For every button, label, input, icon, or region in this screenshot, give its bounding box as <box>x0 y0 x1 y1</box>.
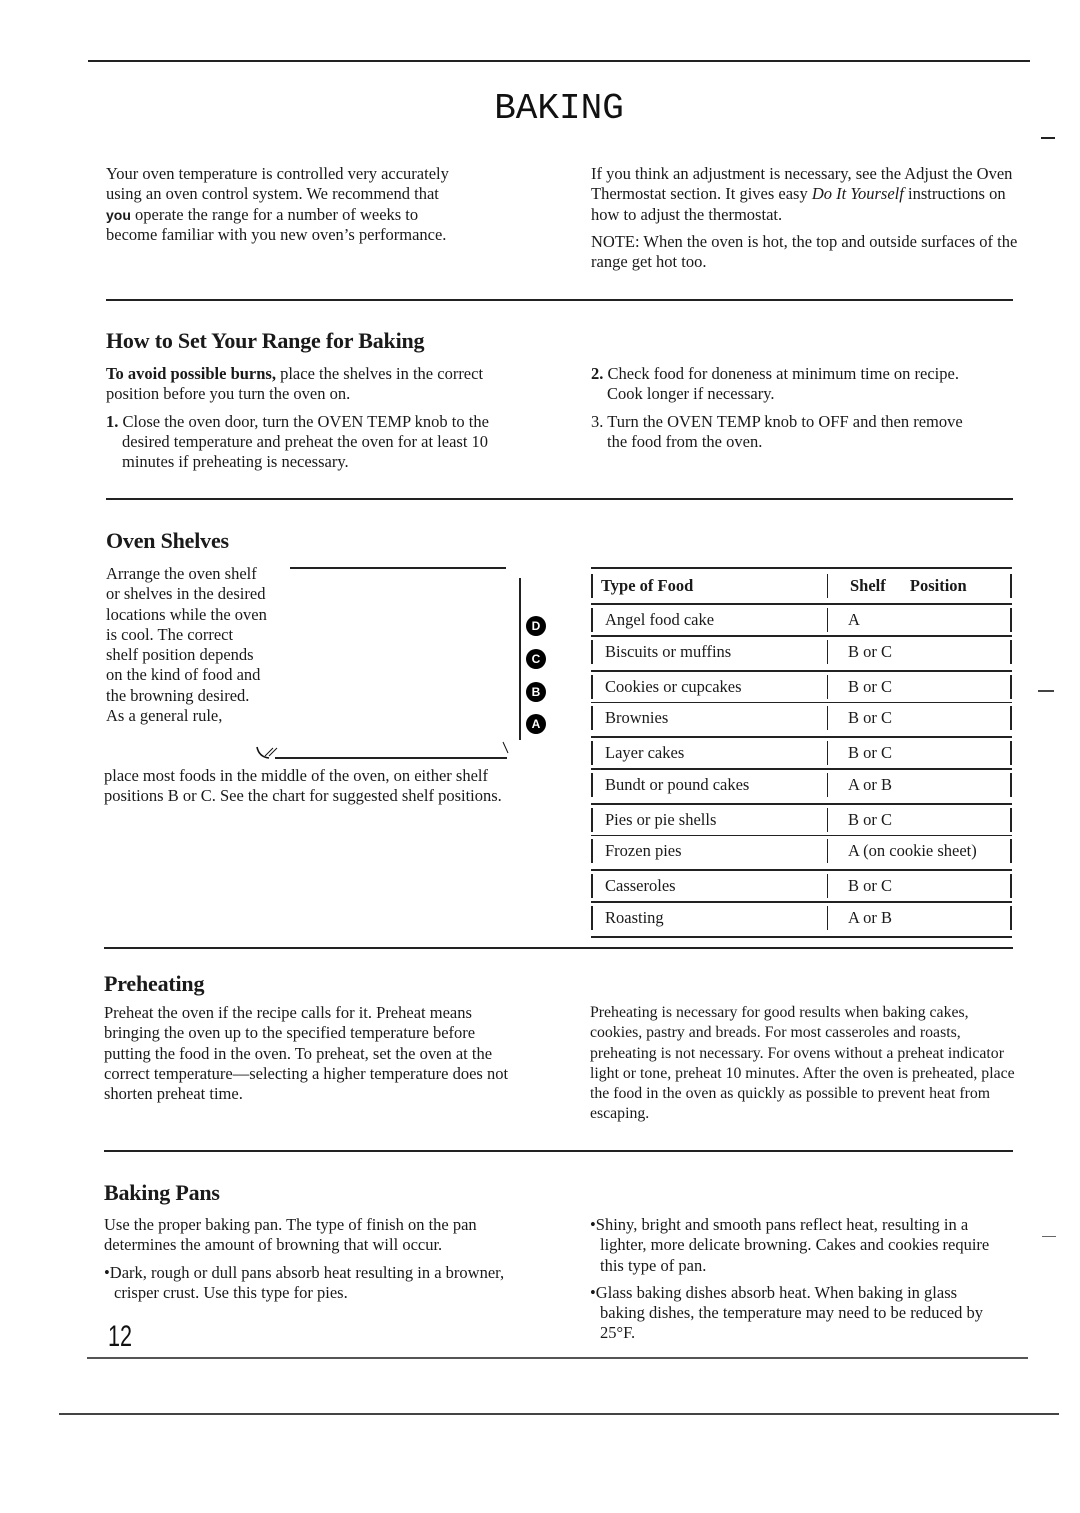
oven-shelves-text-wide: place most foods in the middle of the ov… <box>104 766 502 806</box>
table-body: Angel food cake A Biscuits or muffins B or … <box>591 605 1012 938</box>
food-type-cell: Layer cakes <box>591 741 827 765</box>
how-to-set-right: 2. Check food for doneness at minimum ti… <box>591 364 981 452</box>
bullet-text: Shiny, bright and smooth pans reflect he… <box>595 1215 990 1275</box>
intro-line: become familiar with you new oven’s perf… <box>106 224 447 244</box>
food-type-cell: Bundt or pound cakes <box>591 772 827 797</box>
baking-pans-right: •Shiny, bright and smooth pans reflect h… <box>590 1215 990 1344</box>
oven-back-wall <box>519 578 521 740</box>
step-text: Check food for doneness at minimum time … <box>607 364 959 404</box>
shelf-position-b-badge: B <box>526 682 546 702</box>
intro-line-rest: operate the range for a number of weeks … <box>130 204 419 224</box>
note-paragraph: NOTE: When the oven is hot, the top and … <box>591 231 1018 272</box>
step-3: 3. Turn the OVEN TEMP knob to OFF and th… <box>591 412 981 453</box>
intro-right: If you think an adjustment is necessary,… <box>591 164 1021 272</box>
shelf-position-a-badge: A <box>526 714 546 734</box>
table-row-rule <box>591 935 1012 938</box>
food-type-cell: Biscuits or muffins <box>591 639 827 664</box>
food-type-cell: Angel food cake <box>591 608 827 632</box>
page-title: BAKING <box>494 88 624 129</box>
intro-line: Your oven temperature is controlled very… <box>106 164 449 183</box>
shelf-position-cell: A or B <box>827 772 1012 797</box>
table-row: Cookies or cupcakes B or C <box>591 672 1012 702</box>
table-row: Angel food cake A <box>591 605 1012 635</box>
margin-mark <box>1042 1236 1056 1237</box>
burn-warning-bold: To avoid possible burns, <box>106 364 276 383</box>
header-type-of-food: Type of Food <box>591 574 827 598</box>
header-shelf-position: Shelf Position <box>827 574 1012 598</box>
preheating-left-text: Preheat the oven if the recipe calls for… <box>104 1003 509 1104</box>
section-divider <box>104 1150 1013 1152</box>
oven-door-hinge-icon <box>256 746 278 759</box>
intro-left: Your oven temperature is controlled very… <box>106 164 536 245</box>
food-type-cell: Brownies <box>591 706 827 730</box>
step-2: 2. Check food for doneness at minimum ti… <box>591 364 981 405</box>
section-divider <box>104 947 1013 949</box>
shelf-diagram: D C B A <box>250 555 550 770</box>
shelf-position-table: Type of Food Shelf Position Angel food c… <box>591 567 1012 938</box>
do-it-yourself-text: Do It Yourself <box>811 184 904 204</box>
margin-mark <box>1041 137 1055 139</box>
shelf-position-cell: B or C <box>827 741 1012 765</box>
shelf-position-cell: A (on cookie sheet) <box>827 839 1012 863</box>
oven-shelves-text-narrow: Arrange the oven shelf or shelves in the… <box>106 564 267 726</box>
margin-mark <box>1038 690 1054 692</box>
step-number: 3. <box>591 411 604 431</box>
preheating-heading: Preheating <box>104 971 205 996</box>
how-to-set-left: To avoid possible burns, place the shelv… <box>106 364 536 472</box>
food-type-cell: Casseroles <box>591 874 827 898</box>
bullet-text: Glass baking dishes absorb heat. When ba… <box>595 1282 984 1343</box>
step-text: Turn the OVEN TEMP knob to OFF and then … <box>607 411 963 451</box>
how-to-set-heading: How to Set Your Range for Baking <box>106 328 425 353</box>
baking-pans-left: Use the proper baking pan. The type of f… <box>104 1215 534 1303</box>
table-header-row: Type of Food Shelf Position <box>591 569 1012 603</box>
shelf-position-cell: B or C <box>827 874 1012 898</box>
table-row: Layer cakes B or C <box>591 738 1012 768</box>
oven-shelves-heading: Oven Shelves <box>106 528 229 553</box>
table-row: Bundt or pound cakes A or B <box>591 770 1012 800</box>
bullet-shiny-pans: •Shiny, bright and smooth pans reflect h… <box>590 1215 990 1276</box>
page-edge-rule <box>59 1413 1059 1415</box>
bullet-glass-dishes: •Glass baking dishes absorb heat. When b… <box>590 1283 990 1344</box>
section-divider <box>106 498 1013 500</box>
oven-bottom-line <box>275 757 507 759</box>
burn-warning: To avoid possible burns, place the shelv… <box>106 364 536 405</box>
food-type-cell: Roasting <box>591 905 827 930</box>
step-text: Close the oven door, turn the OVEN TEMP … <box>122 411 489 472</box>
preheating-right-text: Preheating is necessary for good results… <box>590 1004 1015 1123</box>
intro-line: using an oven control system. We recomme… <box>106 184 439 204</box>
oven-top-line <box>290 567 506 569</box>
shelf-position-cell: B or C <box>827 706 1012 730</box>
intro-you: you <box>106 206 131 223</box>
adjust-paragraph: If you think an adjustment is necessary,… <box>591 164 1021 225</box>
top-rule <box>88 60 1030 62</box>
food-type-cell: Cookies or cupcakes <box>591 674 827 699</box>
food-type-cell: Frozen pies <box>591 839 827 863</box>
shelf-position-cell: B or C <box>827 807 1012 832</box>
section-divider <box>106 299 1013 301</box>
step-1: 1. Close the oven door, turn the OVEN TE… <box>106 412 536 473</box>
baking-pans-intro: Use the proper baking pan. The type of f… <box>104 1215 477 1255</box>
table-row: Brownies B or C <box>591 703 1012 733</box>
shelf-position-cell: B or C <box>827 674 1012 699</box>
table-row: Roasting A or B <box>591 903 1012 933</box>
table-row: Pies or pie shells B or C <box>591 805 1012 835</box>
intro-line: you operate the range for a number of we… <box>106 205 536 225</box>
step-number: 1. <box>106 411 119 431</box>
shelf-position-cell: A <box>827 608 1012 632</box>
bullet-dark-pans: •Dark, rough or dull pans absorb heat re… <box>104 1263 534 1304</box>
shelf-position-d-badge: D <box>526 616 546 636</box>
page-number: 12 <box>108 1320 133 1353</box>
table-row: Casseroles B or C <box>591 871 1012 901</box>
table-row: Biscuits or muffins B or C <box>591 637 1012 667</box>
oven-corner-mark-icon <box>502 741 509 754</box>
bullet-text: Dark, rough or dull pans absorb heat res… <box>109 1262 505 1302</box>
shelf-position-cell: A or B <box>827 905 1012 930</box>
step-number: 2. <box>591 364 604 383</box>
baking-pans-heading: Baking Pans <box>104 1180 220 1205</box>
table-row: Frozen pies A (on cookie sheet) <box>591 836 1012 866</box>
bottom-rule <box>87 1357 1028 1359</box>
food-type-cell: Pies or pie shells <box>591 807 827 832</box>
shelf-position-c-badge: C <box>526 649 546 669</box>
shelf-position-cell: B or C <box>827 639 1012 664</box>
